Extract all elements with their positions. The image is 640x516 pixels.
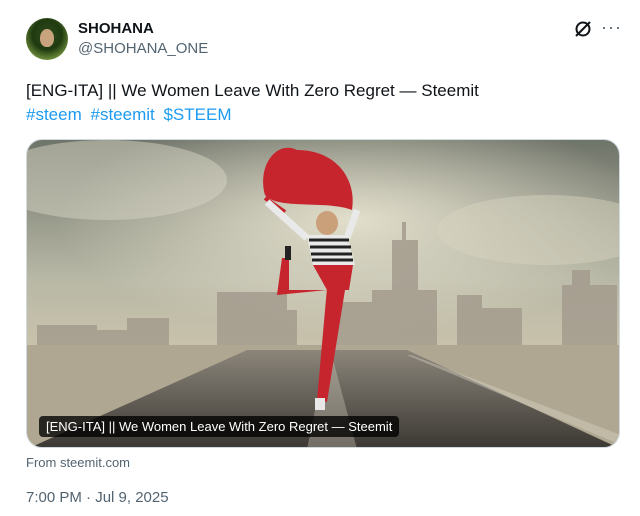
link-card-image	[27, 140, 619, 447]
author-display-name[interactable]: SHOHANA	[78, 20, 154, 37]
hashtag-steemit[interactable]: #steemit	[90, 105, 154, 124]
tweet-text: [ENG-ITA] || We Women Leave With Zero Re…	[26, 81, 479, 100]
tweet-timestamp[interactable]: 7:00 PM · Jul 9, 2025	[26, 489, 169, 506]
link-card-title: [ENG-ITA] || We Women Leave With Zero Re…	[39, 416, 400, 437]
hashtag-steem[interactable]: #steem	[26, 105, 82, 124]
grok-icon[interactable]	[572, 18, 594, 40]
avatar[interactable]	[26, 18, 68, 60]
link-card[interactable]: [ENG-ITA] || We Women Leave With Zero Re…	[26, 139, 620, 448]
link-source[interactable]: From steemit.com	[26, 455, 130, 470]
more-options-icon[interactable]: ···	[601, 17, 622, 38]
tweet-hashtags: #steem #steemit $STEEM	[26, 103, 236, 127]
cashtag-steem[interactable]: $STEEM	[163, 105, 231, 124]
avatar-face	[40, 29, 54, 47]
author-handle[interactable]: @SHOHANA_ONE	[78, 40, 208, 57]
